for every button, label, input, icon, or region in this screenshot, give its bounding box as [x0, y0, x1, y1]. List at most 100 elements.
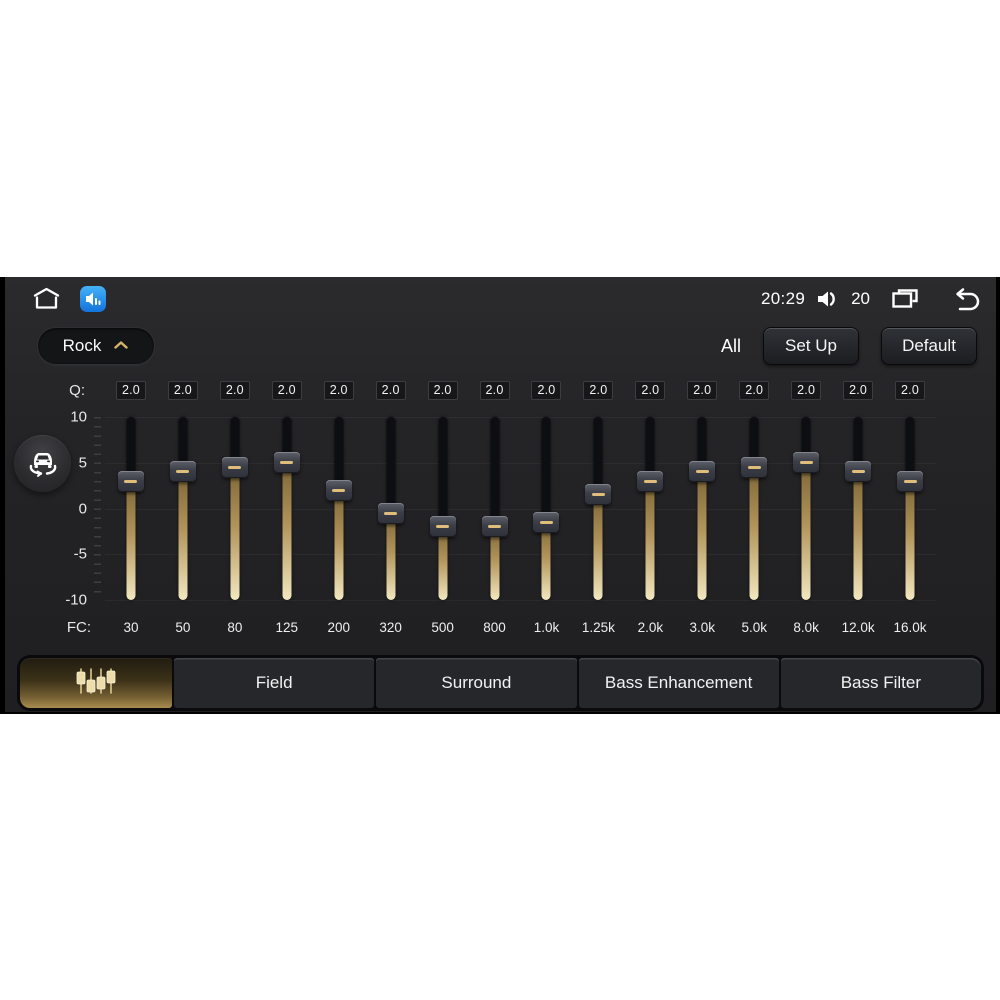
slider-thumb[interactable] — [429, 516, 456, 538]
equalizer-sliders-icon — [72, 665, 120, 702]
eq-band-slider[interactable] — [157, 407, 209, 609]
slider-thumb[interactable] — [793, 452, 820, 474]
eq-band: 2.0 500 — [417, 379, 469, 639]
slider-thumb[interactable] — [377, 502, 404, 524]
freq-label: 3.0k — [689, 619, 716, 635]
slider-thumb[interactable] — [585, 484, 612, 506]
slider-track-lower — [853, 471, 863, 600]
eq-band: 2.0 5.0k — [728, 379, 780, 639]
freq-label: 5.0k — [741, 619, 767, 635]
tab-equalizer[interactable] — [20, 658, 172, 708]
freq-label: 16.0k — [893, 619, 927, 635]
eq-band: 2.0 2.0k — [624, 379, 676, 639]
status-bar: 20:29 20 — [5, 277, 996, 313]
eq-band-slider[interactable] — [365, 407, 417, 609]
slider-thumb[interactable] — [481, 516, 508, 538]
eq-band-slider[interactable] — [624, 407, 676, 609]
db-scale-ticks — [94, 417, 101, 600]
eq-band: 2.0 800 — [469, 379, 521, 639]
q-value-badge: 2.0 — [479, 380, 510, 400]
q-value-badge: 2.0 — [271, 380, 302, 400]
tab-field[interactable]: Field — [174, 658, 375, 708]
q-value-badge: 2.0 — [167, 380, 198, 400]
q-value-badge: 2.0 — [583, 380, 614, 400]
slider-track-lower — [749, 467, 759, 600]
slider-thumb[interactable] — [897, 470, 924, 492]
slider-track-lower — [126, 481, 136, 600]
freq-label: 2.0k — [637, 619, 664, 635]
all-channels-toggle[interactable]: All — [721, 336, 741, 357]
preset-selector[interactable]: Rock — [37, 327, 155, 365]
freq-label: 200 — [327, 619, 350, 635]
slider-thumb[interactable] — [273, 452, 300, 474]
eq-band-slider[interactable] — [676, 407, 728, 609]
sound-effect-app-icon[interactable] — [80, 286, 106, 312]
eq-band-slider[interactable] — [728, 407, 780, 609]
eq-band-slider[interactable] — [884, 407, 936, 609]
set-up-button[interactable]: Set Up — [763, 327, 859, 365]
db-scale-label: -10 — [65, 591, 87, 609]
freq-label: 50 — [175, 619, 191, 635]
freq-label: 1.0k — [533, 619, 560, 635]
q-value-badge: 2.0 — [323, 380, 354, 400]
eq-band-slider[interactable] — [105, 407, 157, 609]
freq-label: 320 — [379, 619, 402, 635]
slider-thumb[interactable] — [169, 461, 196, 483]
eq-band: 2.0 30 — [105, 379, 157, 639]
slider-thumb[interactable] — [689, 461, 716, 483]
home-icon[interactable] — [31, 286, 62, 312]
q-value-badge: 2.0 — [531, 380, 562, 400]
slider-track-lower — [178, 471, 188, 600]
eq-band-slider[interactable] — [313, 407, 365, 609]
tab-bass-filter[interactable]: Bass Filter — [780, 658, 981, 708]
sound-field-car-button[interactable] — [14, 435, 71, 492]
slider-thumb[interactable] — [741, 456, 768, 478]
clock: 20:29 — [761, 289, 806, 308]
freq-label: 30 — [123, 619, 139, 635]
q-row-label: Q: — [69, 381, 85, 399]
slider-thumb[interactable] — [637, 470, 664, 492]
freq-label: 8.0k — [793, 619, 819, 635]
slider-thumb[interactable] — [845, 461, 872, 483]
eq-band-slider[interactable] — [572, 407, 624, 609]
eq-bands: 2.0 30 2.0 50 2.0 80 2.0 125 2.0 200 2.0… — [105, 379, 936, 639]
eq-band: 2.0 200 — [313, 379, 365, 639]
tab-bass-enhancement[interactable]: Bass Enhancement — [578, 658, 779, 708]
preset-name: Rock — [62, 336, 102, 355]
freq-label: 500 — [431, 619, 454, 635]
q-value-badge: 2.0 — [739, 380, 770, 400]
eq-band-slider[interactable] — [417, 407, 469, 609]
eq-band-slider[interactable] — [521, 407, 573, 609]
eq-band-slider[interactable] — [780, 407, 832, 609]
eq-band: 2.0 16.0k — [884, 379, 936, 639]
q-value-badge: 2.0 — [219, 380, 250, 400]
db-scale-label: 5 — [78, 454, 87, 472]
slider-track-lower — [541, 522, 551, 600]
eq-band-slider[interactable] — [832, 407, 884, 609]
slider-track-lower — [282, 462, 292, 600]
slider-thumb[interactable] — [117, 470, 144, 492]
recent-apps-icon[interactable] — [890, 287, 920, 311]
slider-thumb[interactable] — [533, 511, 560, 533]
tab-surround[interactable]: Surround — [376, 658, 577, 708]
eq-band-slider[interactable] — [261, 407, 313, 609]
q-value-badge: 2.0 — [427, 380, 458, 400]
chevron-up-icon — [113, 337, 129, 355]
back-icon[interactable] — [948, 287, 980, 311]
slider-thumb[interactable] — [221, 456, 248, 478]
fc-row-label: FC: — [66, 618, 91, 636]
db-scale-label: 0 — [78, 500, 87, 517]
eq-band-slider[interactable] — [209, 407, 261, 609]
freq-label: 800 — [483, 619, 506, 635]
default-button[interactable]: Default — [881, 327, 977, 365]
eq-band: 2.0 12.0k — [832, 379, 884, 639]
q-value-badge: 2.0 — [115, 380, 146, 400]
volume-icon[interactable] — [815, 288, 841, 310]
slider-track-lower — [334, 490, 344, 600]
eq-band-slider[interactable] — [469, 407, 521, 609]
eq-band: 2.0 125 — [261, 379, 313, 639]
eq-band: 2.0 80 — [209, 379, 261, 639]
slider-thumb[interactable] — [325, 479, 352, 501]
volume-level: 20 — [851, 289, 870, 308]
q-value-badge: 2.0 — [843, 380, 874, 400]
